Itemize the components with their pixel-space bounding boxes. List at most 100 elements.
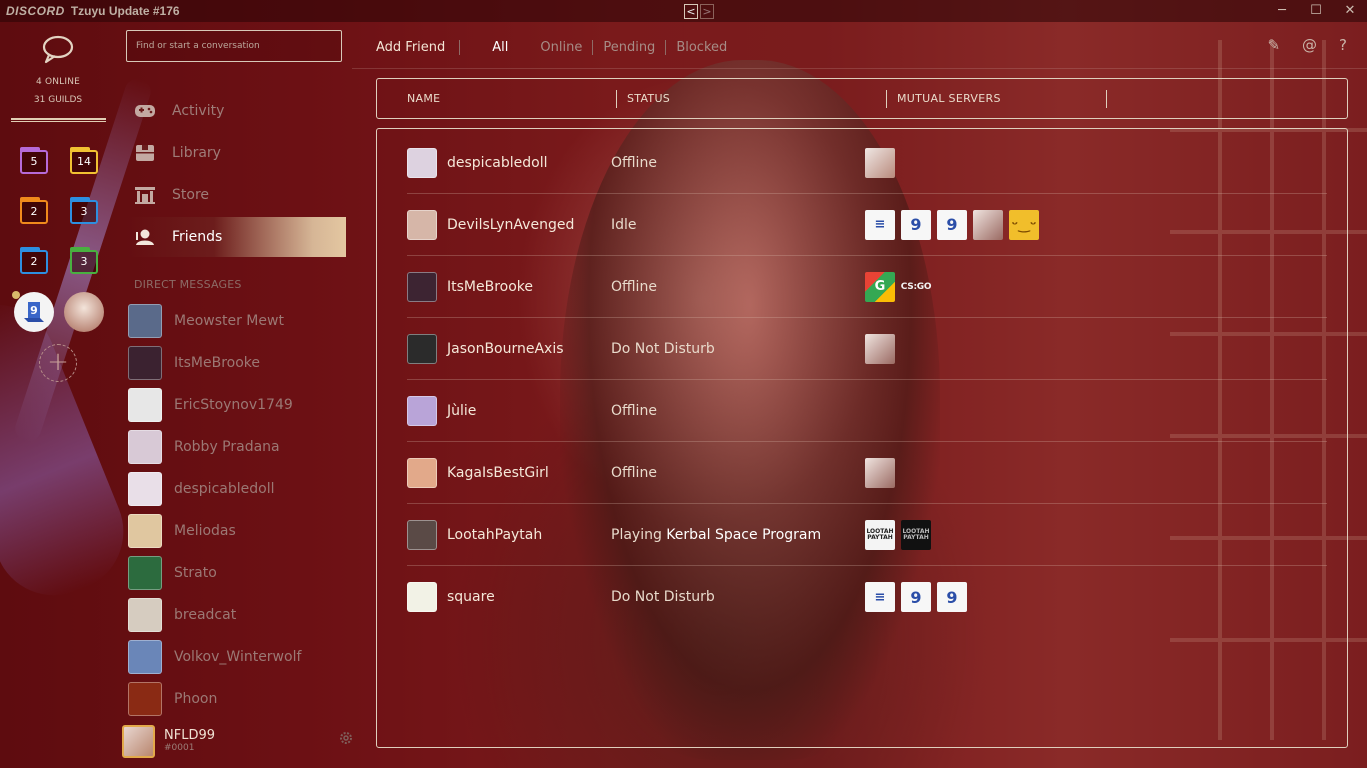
server-folder[interactable]: 2: [20, 197, 48, 224]
mutual-servers: G CS:GO: [865, 271, 932, 302]
server-icon[interactable]: [865, 333, 895, 364]
avatar: [407, 147, 437, 178]
friend-name: Jùlie: [447, 402, 477, 419]
tab-all[interactable]: All: [460, 40, 530, 55]
server-folder[interactable]: 2: [20, 247, 48, 274]
library-icon: [130, 144, 160, 162]
server-icon[interactable]: 9: [937, 209, 967, 240]
dm-item[interactable]: Strato: [126, 554, 346, 592]
dm-header: DIRECT MESSAGES: [134, 278, 242, 291]
friend-row[interactable]: LootahPaytah Playing Kerbal Space Progra…: [407, 504, 1327, 566]
mutual-servers: [865, 147, 895, 178]
guild-sidebar: 4 ONLINE 31 GUILDS 5 14 2 3 2 3 9 +: [0, 22, 116, 768]
mutual-servers: [865, 333, 895, 364]
server-folder[interactable]: 5: [20, 147, 48, 174]
tab-online[interactable]: Online: [530, 39, 594, 55]
user-discriminator: #0001: [164, 743, 195, 753]
window-controls: ─ ☐ ✕: [1265, 0, 1367, 22]
friend-name: despicabledoll: [447, 154, 548, 171]
dm-item[interactable]: Phoon: [126, 680, 346, 718]
search-input[interactable]: [126, 30, 342, 62]
column-name[interactable]: NAME: [377, 89, 617, 108]
add-server-button[interactable]: +: [39, 344, 77, 382]
server-folder[interactable]: 14: [70, 147, 98, 174]
dm-item[interactable]: Meowster Mewt: [126, 302, 346, 340]
tab-blocked[interactable]: Blocked: [666, 40, 737, 55]
avatar: [128, 472, 162, 506]
friend-name: ItsMeBrooke: [447, 278, 534, 295]
minimize-button[interactable]: ─: [1265, 0, 1299, 22]
nav-activity[interactable]: Activity: [126, 91, 346, 131]
avatar: [128, 430, 162, 464]
mutual-servers: ≡ 9 9 ᵕ‿ᵕ: [865, 209, 1039, 240]
avatar: [128, 514, 162, 548]
nav-friends[interactable]: Friends: [126, 217, 346, 257]
dm-item[interactable]: despicabledoll: [126, 470, 346, 508]
mentions-icon[interactable]: @: [1302, 36, 1317, 54]
dm-name: despicabledoll: [174, 481, 275, 497]
avatar: [128, 598, 162, 632]
dm-name: Robby Pradana: [174, 439, 280, 455]
new-dm-icon[interactable]: ✎: [1267, 36, 1280, 54]
chat-bubble-icon[interactable]: [40, 34, 76, 64]
friend-row[interactable]: despicabledoll Offline: [407, 132, 1327, 194]
server-icon[interactable]: [865, 147, 895, 178]
avatar: [128, 388, 162, 422]
dm-item[interactable]: Meliodas: [126, 512, 346, 550]
dm-item[interactable]: breadcat: [126, 596, 346, 634]
back-button[interactable]: <: [684, 4, 698, 19]
server-icon[interactable]: ≡: [865, 209, 895, 240]
gear-icon[interactable]: [338, 730, 354, 746]
server-icon[interactable]: ᵕ‿ᵕ: [1009, 209, 1039, 240]
friends-tabs: Add Friend All Online Pending Blocked: [376, 36, 737, 58]
forward-button[interactable]: >: [700, 4, 714, 19]
column-status[interactable]: STATUS: [617, 89, 887, 108]
friend-status: Offline: [611, 402, 657, 419]
store-icon: [130, 186, 160, 204]
dm-name: Phoon: [174, 691, 218, 707]
server-icon[interactable]: CS:GO: [901, 272, 932, 302]
avatar[interactable]: [122, 724, 155, 758]
tab-pending[interactable]: Pending: [593, 39, 667, 55]
close-button[interactable]: ✕: [1333, 0, 1367, 22]
dm-name: Meowster Mewt: [174, 313, 284, 329]
nav-store[interactable]: Store: [126, 175, 346, 215]
friend-row[interactable]: KagaIsBestGirl Offline: [407, 442, 1327, 504]
add-friend-button[interactable]: Add Friend: [376, 39, 461, 55]
server-icon[interactable]: [973, 209, 1003, 240]
folder-badge: 3: [70, 250, 98, 274]
server-icon[interactable]: 9: [14, 292, 54, 332]
dm-item[interactable]: Robby Pradana: [126, 428, 346, 466]
dm-item[interactable]: EricStoynov1749: [126, 386, 346, 424]
server-icon[interactable]: LOOTAH PAYTAH: [865, 519, 895, 550]
server-icon[interactable]: G: [865, 271, 895, 302]
dm-item[interactable]: Volkov_Winterwolf: [126, 638, 346, 676]
friend-name: LootahPaytah: [447, 526, 543, 543]
maximize-button[interactable]: ☐: [1299, 0, 1333, 22]
server-icon[interactable]: [865, 457, 895, 488]
friend-row[interactable]: square Do Not Disturb ≡ 9 9: [407, 566, 1327, 628]
avatar: [407, 333, 437, 364]
dm-item[interactable]: ItsMeBrooke: [126, 344, 346, 382]
server-folder[interactable]: 3: [70, 247, 98, 274]
nav-library[interactable]: Library: [126, 133, 346, 173]
folder-badge: 3: [70, 200, 98, 224]
help-icon[interactable]: ?: [1339, 36, 1347, 54]
server-icon[interactable]: LOOTAH PAYTAH: [901, 519, 931, 550]
dm-name: Volkov_Winterwolf: [174, 649, 302, 665]
friends-table: despicabledoll Offline DevilsLynAvenged …: [376, 128, 1348, 748]
server-icon[interactable]: 9: [937, 582, 967, 612]
server-icon[interactable]: [64, 292, 104, 332]
column-mutual-servers[interactable]: MUTUAL SERVERS: [887, 89, 1107, 108]
server-folder[interactable]: 3: [70, 197, 98, 224]
server-icon[interactable]: 9: [901, 209, 931, 240]
friend-row[interactable]: DevilsLynAvenged Idle ≡ 9 9 ᵕ‿ᵕ: [407, 194, 1327, 256]
server-icon[interactable]: ≡: [865, 582, 895, 612]
server-icon[interactable]: 9: [901, 582, 931, 612]
friend-row[interactable]: ItsMeBrooke Offline G CS:GO: [407, 256, 1327, 318]
friend-row[interactable]: JasonBourneAxis Do Not Disturb: [407, 318, 1327, 380]
friend-row[interactable]: Jùlie Offline: [407, 380, 1327, 442]
avatar: [128, 556, 162, 590]
avatar: [128, 304, 162, 338]
folder-badge: 2: [20, 200, 48, 224]
